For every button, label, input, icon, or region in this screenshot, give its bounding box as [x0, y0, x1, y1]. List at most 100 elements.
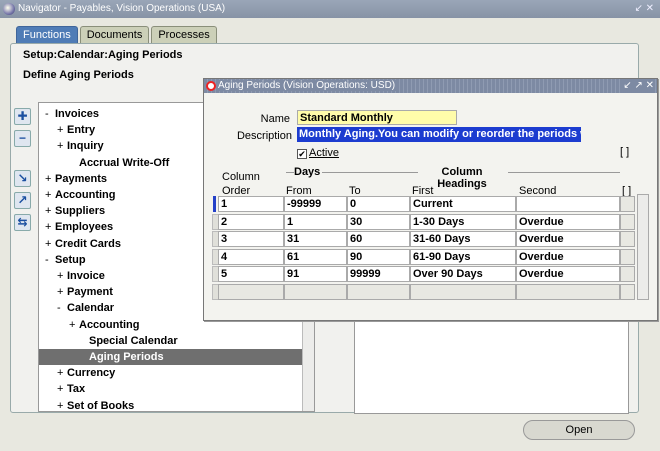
cell-order[interactable]: 5: [218, 266, 284, 282]
cell-to[interactable]: [347, 283, 410, 300]
cell-from[interactable]: 61: [284, 248, 347, 265]
cell-first[interactable]: 31-60 Days: [410, 231, 516, 247]
cell-order[interactable]: 4: [218, 248, 284, 265]
collapse-all-button[interactable]: ⇆: [14, 214, 31, 231]
tree-item[interactable]: + Payments: [45, 171, 107, 187]
tree-item[interactable]: Special Calendar: [79, 333, 178, 349]
cell-first[interactable]: Current: [410, 196, 516, 212]
tree-item[interactable]: + Invoice: [57, 268, 105, 284]
cell-first[interactable]: 1-30 Days: [410, 213, 516, 230]
cell-order[interactable]: 3: [218, 231, 284, 247]
description-label: Description: [236, 130, 292, 142]
tab-documents[interactable]: Documents: [79, 26, 150, 43]
cell-flex[interactable]: [620, 248, 635, 265]
collapse-node-icon[interactable]: -: [45, 252, 55, 268]
cell-first[interactable]: Over 90 Days: [410, 266, 516, 282]
tree-item[interactable]: + Suppliers: [45, 203, 105, 219]
cell-to[interactable]: 60: [347, 231, 410, 247]
open-button[interactable]: Open: [523, 420, 635, 440]
tree-item-label: Calendar: [67, 302, 115, 315]
navigator-titlebar: Navigator - Payables, Vision Operations …: [0, 0, 660, 18]
cell-second[interactable]: [516, 196, 620, 212]
cell-first[interactable]: [410, 283, 516, 300]
tree-item[interactable]: - Calendar: [57, 300, 114, 316]
cell-from[interactable]: [284, 283, 347, 300]
collapse-node-icon[interactable]: -: [57, 300, 67, 316]
tree-item-label: Setup: [55, 253, 86, 266]
expand-node-icon[interactable]: +: [45, 203, 55, 219]
tree-item[interactable]: + Accounting: [69, 317, 140, 333]
cell-to[interactable]: 0: [347, 196, 410, 212]
expand-node-icon[interactable]: +: [57, 138, 67, 154]
tree-item[interactable]: - Invoices: [45, 106, 99, 122]
oracle-icon: [206, 81, 216, 91]
tab-functions[interactable]: Functions: [16, 26, 78, 43]
cell-second[interactable]: Overdue: [516, 266, 620, 282]
cell-flex[interactable]: [620, 196, 635, 212]
dialog-scrollbar[interactable]: [637, 194, 649, 300]
row-selector[interactable]: [213, 196, 216, 212]
expand-node-icon[interactable]: +: [57, 284, 67, 300]
cell-to[interactable]: 99999: [347, 266, 410, 282]
tree-item[interactable]: + Currency: [57, 365, 115, 381]
cell-order[interactable]: 1: [218, 196, 284, 212]
dialog-controls-icon[interactable]: ↙ ↗ ✕: [620, 79, 654, 93]
cell-second[interactable]: Overdue: [516, 213, 620, 230]
expand-node-icon[interactable]: +: [57, 365, 67, 381]
cell-first[interactable]: 61-90 Days: [410, 248, 516, 265]
description-field[interactable]: Monthly Aging.You can modify or reorder …: [297, 127, 581, 142]
tree-item[interactable]: + Employees: [45, 219, 113, 235]
active-checkbox[interactable]: ✔ Active: [297, 147, 339, 159]
cell-flex[interactable]: [620, 213, 635, 230]
name-label: Name: [260, 113, 290, 125]
cell-second[interactable]: Overdue: [516, 248, 620, 265]
cell-from[interactable]: 91: [284, 266, 347, 282]
cell-flex[interactable]: [620, 231, 635, 247]
cell-second[interactable]: [516, 283, 620, 300]
expand-node-icon[interactable]: +: [45, 219, 55, 235]
descriptive-flexfield[interactable]: [ ]: [620, 146, 629, 158]
cell-from[interactable]: -99999: [284, 196, 347, 212]
cell-from[interactable]: 31: [284, 231, 347, 247]
tree-item[interactable]: - Setup: [45, 252, 86, 268]
tab-processes[interactable]: Processes: [151, 26, 217, 43]
tree-item[interactable]: + Inquiry: [57, 138, 104, 154]
cell-from[interactable]: 1: [284, 213, 347, 230]
expand-node-icon[interactable]: +: [57, 122, 67, 138]
days-group-label: Days: [294, 166, 321, 178]
tree-item[interactable]: + Payment: [57, 284, 113, 300]
expand-node-icon[interactable]: +: [45, 171, 55, 187]
expand-node-icon[interactable]: +: [45, 236, 55, 252]
tree-item[interactable]: + Tax: [57, 381, 85, 397]
cell-order[interactable]: 2: [218, 213, 284, 230]
expand-node-icon[interactable]: +: [45, 187, 55, 203]
cell-to[interactable]: 30: [347, 213, 410, 230]
expand-button[interactable]: ✚: [14, 108, 31, 125]
cell-order[interactable]: [218, 283, 284, 300]
cell-to[interactable]: 90: [347, 248, 410, 265]
cell-flex[interactable]: [620, 283, 635, 300]
cell-flex[interactable]: [620, 266, 635, 282]
tree-item[interactable]: + Accounting: [45, 187, 116, 203]
tree-item[interactable]: + Set of Books: [57, 398, 134, 411]
active-label: Active: [309, 147, 339, 159]
tree-item[interactable]: + Entry: [57, 122, 95, 138]
expand-node-icon[interactable]: +: [57, 381, 67, 397]
cell-second[interactable]: Overdue: [516, 231, 620, 247]
tree-item[interactable]: + Credit Cards: [45, 236, 121, 252]
expand-all-button[interactable]: ↗: [14, 192, 31, 209]
expand-node-icon[interactable]: +: [57, 268, 67, 284]
oracle-app-icon: [3, 3, 15, 15]
section-heading: Define Aging Periods: [23, 69, 134, 81]
breadcrumb: Setup:Calendar:Aging Periods: [23, 49, 183, 61]
name-field[interactable]: Standard Monthly: [297, 110, 457, 125]
collapse-button[interactable]: −: [14, 130, 31, 147]
collapse-node-icon[interactable]: -: [45, 106, 55, 122]
expand-node-icon[interactable]: +: [69, 317, 79, 333]
window-controls-icon[interactable]: ↙ ✕: [634, 0, 654, 18]
expand-branch-button[interactable]: ↘: [14, 170, 31, 187]
tree-item[interactable]: Aging Periods: [39, 349, 314, 365]
tree-item[interactable]: Accrual Write-Off: [69, 155, 169, 171]
tree-item-label: Aging Periods: [89, 351, 164, 363]
expand-node-icon[interactable]: +: [57, 398, 67, 411]
